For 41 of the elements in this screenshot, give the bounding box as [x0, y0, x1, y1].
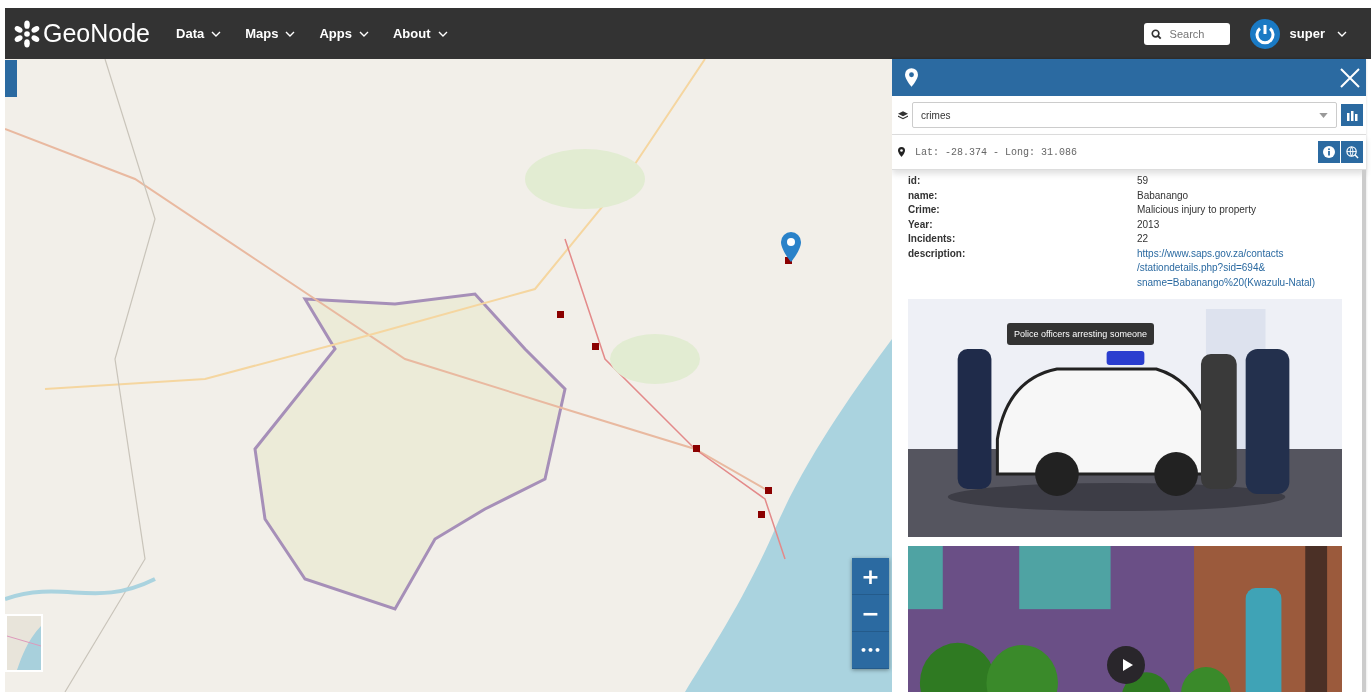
- nav-menu-item[interactable]: Maps: [233, 26, 308, 41]
- user-avatar-icon[interactable]: [1249, 18, 1280, 49]
- chevron-down-icon: [1337, 30, 1347, 37]
- nav-menu-item[interactable]: About: [380, 26, 460, 41]
- attribute-value: 59: [1137, 174, 1150, 188]
- nav-menu-item[interactable]: Data: [164, 26, 234, 41]
- location-pin-icon: [898, 147, 905, 157]
- play-icon: [1122, 659, 1133, 671]
- close-icon[interactable]: [1340, 67, 1360, 88]
- info-icon: [1323, 146, 1335, 158]
- attribute-value: Babanango: [1137, 188, 1190, 203]
- dropdown-caret-icon: [1319, 112, 1328, 118]
- brand-name[interactable]: GeoNode: [43, 19, 151, 48]
- chart-button[interactable]: [1341, 104, 1363, 126]
- globe-search-icon: [1345, 145, 1359, 159]
- layers-icon: [898, 110, 908, 120]
- location-pin-icon: [905, 68, 918, 87]
- info-button[interactable]: [1318, 141, 1340, 163]
- attribute-name: id:: [908, 174, 922, 188]
- user-menu[interactable]: super: [1289, 26, 1347, 41]
- nav-menu-item[interactable]: Apps: [307, 26, 381, 41]
- attribute-value: 2013: [1137, 217, 1161, 232]
- attribute-name: Incidents:: [908, 232, 957, 246]
- attribute-name: description:: [908, 246, 967, 261]
- search-field[interactable]: Search: [1143, 22, 1230, 45]
- attribute-link[interactable]: https://www.saps.gov.za/contacts /stationdetails.php?sid=694& sname=Babanango%20(Kwazulu-Natal): [1137, 246, 1342, 290]
- chevron-down-icon: [358, 30, 369, 37]
- attribute-name: Crime:: [908, 203, 941, 217]
- bar-chart-icon: [1346, 109, 1358, 121]
- attribute-name: name:: [908, 188, 939, 203]
- attribute-name: Year:: [908, 217, 934, 232]
- attribute-value: 22: [1137, 232, 1150, 246]
- chevron-down-icon: [285, 30, 296, 37]
- tooltip: Police officers arresting someone: [1007, 323, 1154, 345]
- globe-search-button[interactable]: [1341, 141, 1363, 163]
- chevron-down-icon: [437, 30, 448, 37]
- coordinates-text: Lat: -28.374 - Long: 31.086: [915, 146, 1079, 158]
- attribute-value: Malicious injury to property: [1137, 203, 1257, 217]
- chevron-down-icon: [211, 30, 222, 37]
- logo-icon: [13, 19, 41, 48]
- layer-select[interactable]: crimes: [912, 102, 1337, 128]
